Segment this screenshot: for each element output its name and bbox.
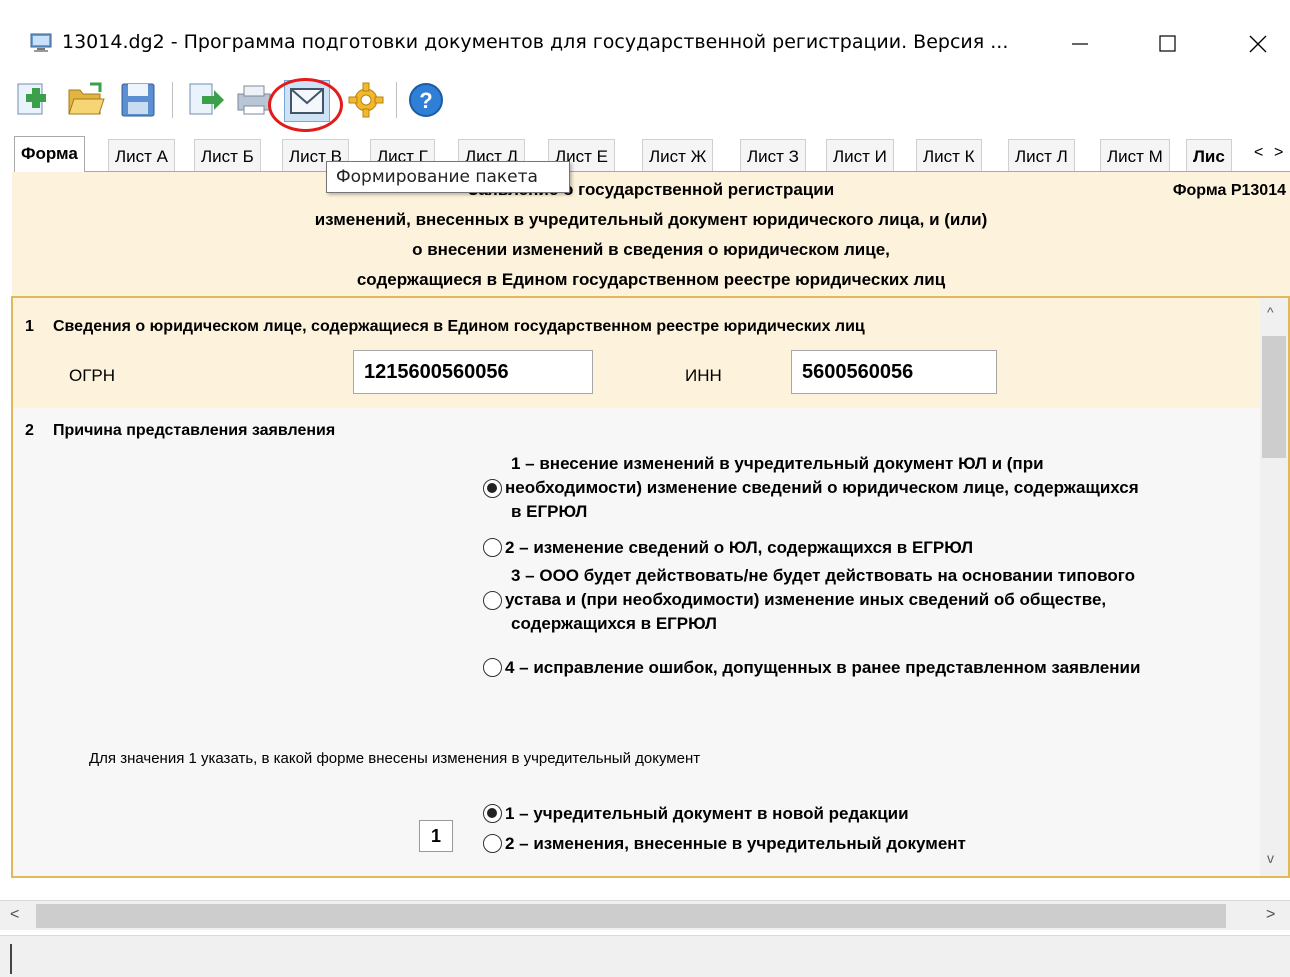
tab-list-z[interactable]: Лист З <box>740 139 806 171</box>
scroll-left-icon[interactable]: < <box>10 906 19 924</box>
change-form-note: Для значения 1 указать, в какой форме вн… <box>89 750 701 767</box>
section-2: 2 Причина представления заявления 1 – вн… <box>13 408 1263 876</box>
maximize-icon <box>1159 35 1176 52</box>
change-form-value[interactable]: 1 <box>419 820 453 852</box>
maximize-button[interactable] <box>1148 26 1188 60</box>
vertical-scrollbar[interactable]: ^ v <box>1260 298 1288 876</box>
tab-list-a[interactable]: Лист А <box>108 139 176 171</box>
reason-option-1[interactable]: 1 – внесение изменений в учредительный д… <box>483 452 1243 524</box>
window-title: 13014.dg2 - Программа подготовки докумен… <box>62 31 1009 53</box>
scroll-right-icon[interactable]: > <box>1266 906 1275 924</box>
reason-option-3[interactable]: 3 – ООО будет действовать/не будет дейст… <box>483 564 1243 636</box>
export-button[interactable] <box>186 80 226 120</box>
form-header: Заявление о государственной регистрации … <box>12 172 1290 296</box>
tab-scroll-left-icon[interactable]: < <box>1254 144 1263 162</box>
computer-icon <box>30 33 52 52</box>
section-1: 1 Сведения о юридическом лице, содержащи… <box>13 298 1263 408</box>
reason-radio-1[interactable] <box>483 479 502 498</box>
section-1-title: Сведения о юридическом лице, содержащиес… <box>53 318 865 335</box>
toolbar-separator <box>172 82 173 118</box>
change-form-option-2-label: 2 – изменения, внесенные в учредительный… <box>505 834 966 853</box>
change-form-radio-2[interactable] <box>483 834 502 853</box>
tab-forma[interactable]: Форма <box>14 136 85 172</box>
tab-list-l[interactable]: Лист Л <box>1008 139 1075 171</box>
change-form-option-2[interactable]: 2 – изменения, внесенные в учредительный… <box>483 832 1103 858</box>
title-bar: 13014.dg2 - Программа подготовки докумен… <box>0 0 1290 68</box>
folder-open-icon <box>68 82 105 115</box>
minimize-icon <box>1072 43 1088 45</box>
horizontal-scroll-thumb[interactable] <box>36 904 1226 928</box>
tab-strip: Форма Лист А Лист Б Лист В Лист Г Лист Д… <box>14 136 1290 172</box>
close-button[interactable] <box>1238 26 1278 60</box>
change-form-option-1-label: 1 – учредительный документ в новой редак… <box>505 804 909 823</box>
inn-label: ИНН <box>685 366 722 385</box>
highlight-ring <box>268 78 343 132</box>
close-icon <box>1249 35 1267 53</box>
change-form-radio-1[interactable] <box>483 804 502 823</box>
toolbar: ? <box>0 72 1290 130</box>
reason-option-2[interactable]: 2 – изменение сведений о ЮЛ, содержащихс… <box>483 536 1243 562</box>
tab-list-i[interactable]: Лист И <box>826 139 894 171</box>
reason-option-3-line-3: содержащихся в ЕГРЮЛ <box>511 614 717 633</box>
reason-radio-4[interactable] <box>483 658 502 677</box>
header-line-1: Заявление о государственной регистрации <box>467 180 835 199</box>
tab-list-zh[interactable]: Лист Ж <box>642 139 714 171</box>
ogrn-label: ОГРН <box>69 366 116 385</box>
scroll-down-icon[interactable]: v <box>1267 850 1274 866</box>
help-button[interactable]: ? <box>406 80 446 120</box>
form-area: 1 Сведения о юридическом лице, содержащи… <box>11 296 1290 878</box>
section-2-number: 2 <box>25 422 34 439</box>
inn-field[interactable]: 5600560056 <box>791 350 997 394</box>
tab-scroll-right-icon[interactable]: > <box>1274 144 1283 162</box>
change-form-option-1[interactable]: 1 – учредительный документ в новой редак… <box>483 802 1103 828</box>
tab-list-partial[interactable]: Лис <box>1186 139 1232 171</box>
reason-option-4[interactable]: 4 – исправление ошибок, допущенных в ран… <box>483 656 1263 682</box>
reason-option-1-line-2: необходимости) изменение сведений о юрид… <box>505 478 1139 497</box>
reason-radio-2[interactable] <box>483 538 502 557</box>
ogrn-field[interactable]: 1215600560056 <box>353 350 593 394</box>
reason-option-1-line-1: 1 – внесение изменений в учредительный д… <box>511 454 1044 473</box>
reason-radio-3[interactable] <box>483 591 502 610</box>
open-button[interactable] <box>66 80 106 120</box>
reason-option-2-line-1: 2 – изменение сведений о ЮЛ, содержащихс… <box>505 538 974 557</box>
toolbar-tooltip: Формирование пакета <box>326 161 570 193</box>
floppy-icon <box>121 83 155 117</box>
section-2-title: Причина представления заявления <box>53 422 336 439</box>
svg-text:?: ? <box>419 88 432 113</box>
tab-list-b[interactable]: Лист Б <box>194 139 261 171</box>
vertical-scroll-thumb[interactable] <box>1262 336 1286 458</box>
new-document-button[interactable] <box>12 80 52 120</box>
reason-option-3-line-2: устава и (при необходимости) изменение и… <box>505 590 1107 609</box>
save-button[interactable] <box>118 80 158 120</box>
reason-option-4-line-1: 4 – исправление ошибок, допущенных в ран… <box>505 658 1141 677</box>
section-1-number: 1 <box>25 318 34 335</box>
question-icon: ? <box>409 83 443 117</box>
reason-option-1-line-3: в ЕГРЮЛ <box>511 502 588 521</box>
header-line-4: содержащиеся в Едином государственном ре… <box>356 270 946 289</box>
header-line-2: изменений, внесенных в учредительный док… <box>314 210 988 229</box>
tab-list-k[interactable]: Лист К <box>916 139 982 171</box>
gear-icon <box>348 82 384 118</box>
reason-option-3-line-1: 3 – ООО будет действовать/не будет дейст… <box>511 566 1136 585</box>
minimize-button[interactable] <box>1060 26 1100 60</box>
horizontal-scrollbar[interactable]: < > <box>0 900 1290 930</box>
tab-scroll-arrows[interactable]: < > <box>1250 142 1290 168</box>
toolbar-separator <box>396 82 397 118</box>
plus-icon <box>17 83 46 115</box>
header-line-3: о внесении изменений в сведения о юридич… <box>412 240 890 259</box>
tab-list-m[interactable]: Лист М <box>1100 139 1170 171</box>
scroll-up-icon[interactable]: ^ <box>1267 304 1274 320</box>
status-bar <box>0 935 1290 977</box>
form-code: Форма Р13014 <box>1172 182 1286 199</box>
export-arrow-icon <box>189 83 224 115</box>
status-panel <box>10 944 12 974</box>
settings-button[interactable] <box>346 80 386 120</box>
